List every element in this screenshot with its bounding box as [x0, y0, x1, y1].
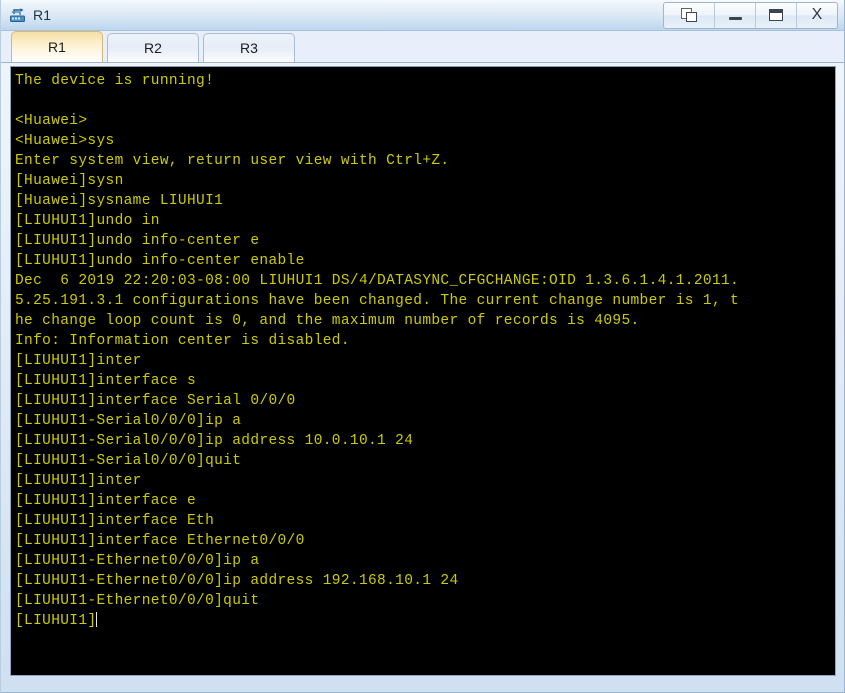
terminal-line: [LIUHUI1-Ethernet0/0/0]ip a [15, 553, 260, 569]
tab-r2[interactable]: R2 [107, 33, 199, 62]
terminal-line: [LIUHUI1]interface Eth [15, 513, 215, 529]
terminal-line: [Huawei]sysn [15, 173, 124, 189]
terminal-line: Dec 6 2019 22:20:03-08:00 LIUHUI1 DS/4/D… [15, 273, 740, 289]
terminal-line: [LIUHUI1-Serial0/0/0]quit [15, 453, 242, 469]
terminal-line: [LIUHUI1]undo info-center enable [15, 253, 305, 269]
terminal-output[interactable]: The device is running! <Huawei> <Huawei>s… [11, 67, 835, 675]
tab-r1[interactable]: R1 [11, 31, 103, 62]
minimize-button[interactable] [715, 2, 756, 28]
tab-r3-label: R3 [240, 40, 258, 56]
terminal-line: [LIUHUI1]interface e [15, 493, 197, 509]
terminal-line: [LIUHUI1]interface s [15, 373, 197, 389]
window-controls: X [663, 1, 838, 29]
terminal-prompt-line: [LIUHUI1] [15, 611, 833, 631]
terminal-line: The device is running! [15, 73, 215, 89]
terminal-line: [LIUHUI1-Ethernet0/0/0]quit [15, 593, 260, 609]
terminal-panel: The device is running! <Huawei> <Huawei>s… [10, 66, 836, 676]
window-title: R1 [33, 7, 52, 23]
tab-r2-label: R2 [144, 40, 162, 56]
terminal-line: [LIUHUI1-Serial0/0/0]ip address 10.0.10.… [15, 433, 414, 449]
terminal-line: [Huawei]sysname LIUHUI1 [15, 193, 224, 209]
maximize-icon [769, 9, 783, 21]
terminal-line: Info: Information center is disabled. [15, 333, 350, 349]
terminal-line: [LIUHUI1-Serial0/0/0]ip a [15, 413, 242, 429]
router-console-window: R1 X R1 R2 R3 The device is running! <Hu… [0, 0, 845, 693]
title-bar: R1 X [1, 0, 844, 31]
minimize-icon [728, 17, 742, 20]
terminal-line: Enter system view, return user view with… [15, 153, 450, 169]
terminal-line: <Huawei> [15, 113, 88, 129]
terminal-prompt: [LIUHUI1] [15, 613, 97, 629]
terminal-line: <Huawei>sys [15, 133, 115, 149]
terminal-line: [LIUHUI1]interface Ethernet0/0/0 [15, 533, 305, 549]
cascade-windows-button[interactable] [664, 2, 715, 28]
terminal-line: [LIUHUI1]inter [15, 473, 142, 489]
cascade-icon [680, 7, 698, 23]
terminal-line: [LIUHUI1-Ethernet0/0/0]ip address 192.16… [15, 573, 459, 589]
terminal-cursor [96, 612, 98, 627]
terminal-line: [LIUHUI1]undo in [15, 213, 160, 229]
close-icon: X [811, 6, 823, 23]
maximize-button[interactable] [756, 2, 797, 28]
terminal-line: 5.25.191.3.1 configurations have been ch… [15, 293, 740, 309]
terminal-line: [LIUHUI1]interface Serial 0/0/0 [15, 393, 296, 409]
router-icon [9, 6, 27, 24]
tab-r3[interactable]: R3 [203, 33, 295, 62]
terminal-line: [LIUHUI1]undo info-center e [15, 233, 260, 249]
terminal-line: he change loop count is 0, and the maxim… [15, 313, 640, 329]
title-bar-left: R1 [9, 6, 663, 24]
terminal-line: [LIUHUI1]inter [15, 353, 142, 369]
tab-r1-label: R1 [48, 39, 66, 55]
close-button[interactable]: X [797, 3, 837, 28]
tab-strip: R1 R2 R3 [1, 31, 844, 63]
